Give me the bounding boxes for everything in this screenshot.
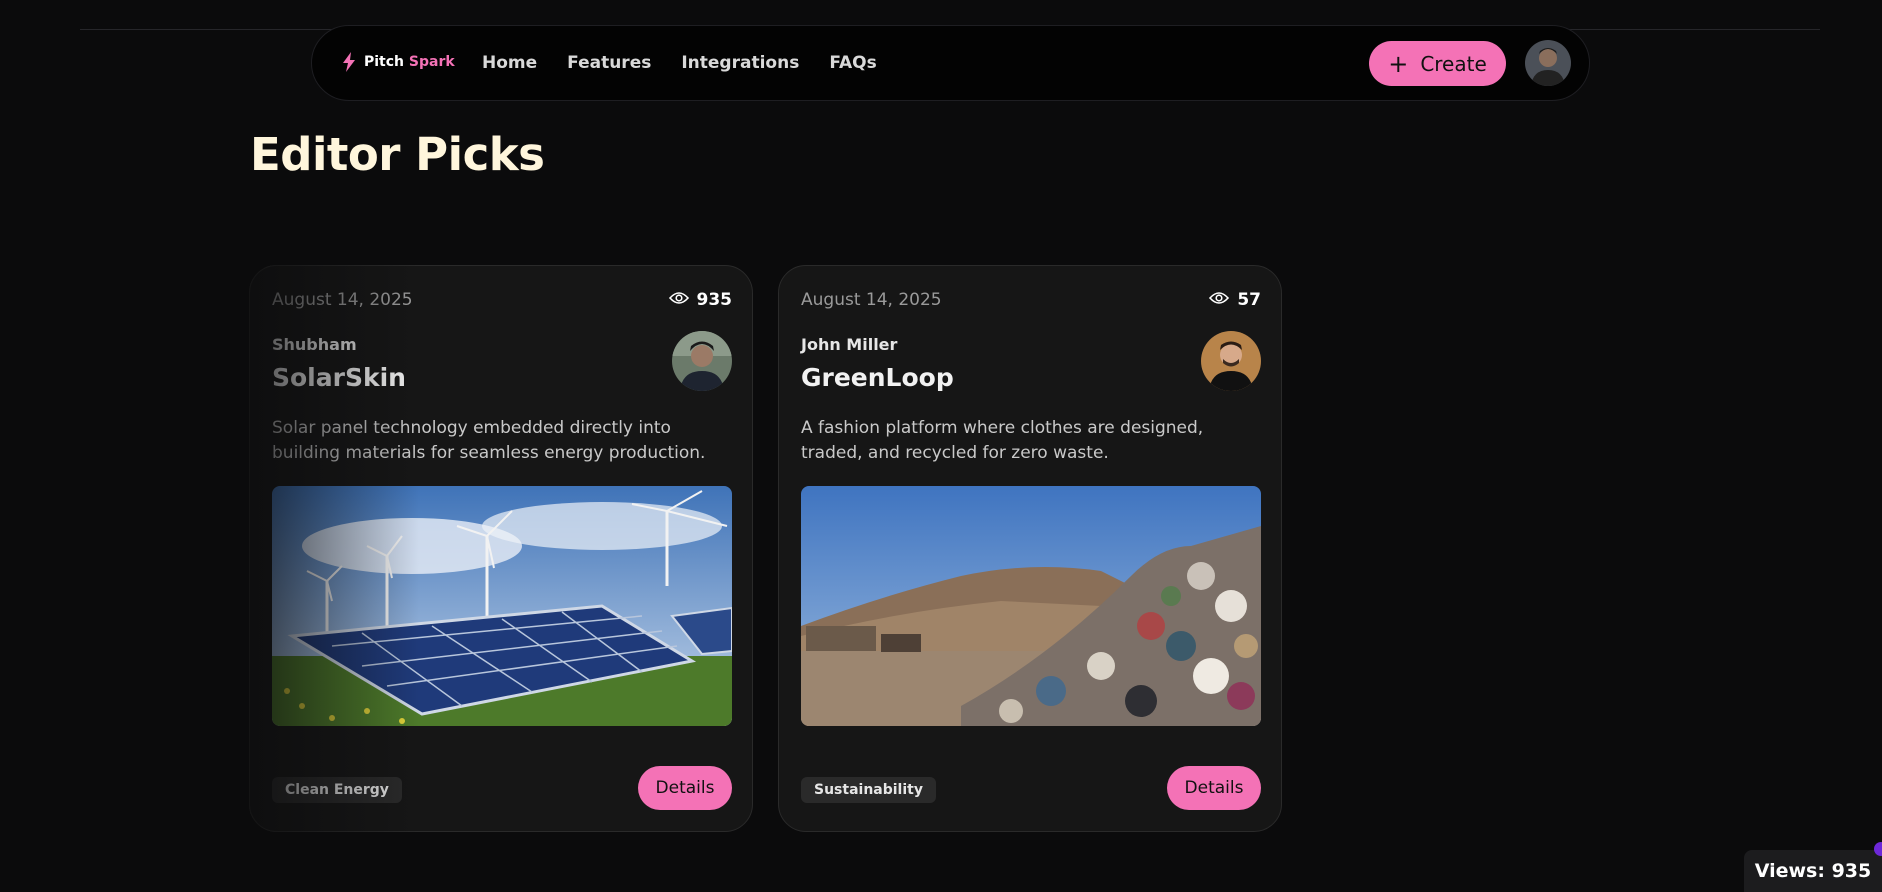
card-description: Solar panel technology embedded directly…	[272, 418, 706, 463]
views-counter-widget: Views: 935	[1744, 850, 1882, 892]
card-author[interactable]: Shubham	[272, 335, 357, 354]
bolt-icon	[342, 52, 356, 72]
category-tag[interactable]: Clean Energy	[272, 777, 402, 803]
card-date: August 14, 2025	[801, 290, 942, 310]
plus-icon: +	[1388, 49, 1409, 78]
create-button-label: Create	[1420, 51, 1487, 76]
card-author[interactable]: John Miller	[801, 335, 897, 354]
nav-links: Home Features Integrations FAQs	[482, 53, 877, 73]
nav-link-integrations[interactable]: Integrations	[681, 53, 799, 73]
category-tag[interactable]: Sustainability	[801, 777, 936, 803]
nav-link-faqs[interactable]: FAQs	[829, 53, 876, 73]
create-button[interactable]: + Create	[1369, 41, 1506, 86]
card-description: A fashion platform where clothes are des…	[801, 418, 1204, 463]
author-avatar[interactable]	[1201, 331, 1261, 391]
page-title: Editor Picks	[250, 128, 545, 181]
navbar: Pitch Spark Home Features Integrations F…	[311, 25, 1590, 101]
card-image[interactable]	[272, 486, 732, 726]
logo-text-pitch: Pitch	[364, 54, 405, 70]
author-avatar[interactable]	[672, 331, 732, 391]
startup-card: August 14, 2025 57 John Miller GreenLoop…	[778, 265, 1282, 832]
card-views-count: 57	[1237, 290, 1261, 310]
card-title[interactable]: GreenLoop	[801, 363, 954, 392]
card-views: 935	[668, 290, 733, 310]
details-button[interactable]: Details	[638, 766, 732, 810]
live-indicator-dot	[1874, 842, 1882, 856]
details-button[interactable]: Details	[1167, 766, 1261, 810]
nav-link-home[interactable]: Home	[482, 53, 537, 73]
card-title[interactable]: SolarSkin	[272, 363, 406, 392]
eye-icon	[668, 290, 689, 310]
card-image[interactable]	[801, 486, 1261, 726]
user-avatar[interactable]	[1525, 40, 1571, 86]
card-views: 57	[1209, 290, 1261, 310]
eye-icon	[1209, 290, 1230, 310]
nav-link-features[interactable]: Features	[567, 53, 651, 73]
startup-card: August 14, 2025 935 Shubham SolarSkin So…	[249, 265, 753, 832]
logo[interactable]: Pitch Spark	[342, 52, 455, 72]
card-date: August 14, 2025	[272, 290, 413, 310]
logo-text-spark: Spark	[408, 54, 455, 70]
card-views-count: 935	[696, 290, 733, 310]
